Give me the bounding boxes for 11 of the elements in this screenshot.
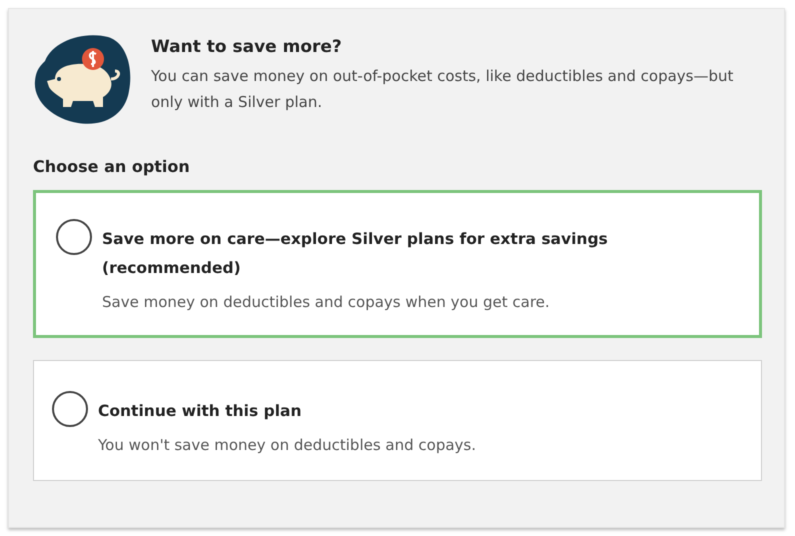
- intro-title: Want to save more?: [151, 37, 343, 57]
- options-heading: Choose an option: [33, 157, 191, 176]
- radio-button[interactable]: [56, 219, 92, 255]
- option-card[interactable]: Continue with this plan You won't save money on deductibles and copays.: [33, 360, 762, 481]
- option-description: You won't save money on deductibles and copays.: [98, 436, 476, 454]
- option-card[interactable]: Save more on care—explore Silver plans for extra savings (recommended) Save money on deductibles and copays when you get care.: [33, 190, 762, 338]
- option-label: Save more on care—explore Silver plans for extra savings (recommended): [102, 229, 609, 279]
- option-label: Continue with this plan: [98, 401, 303, 422]
- option-description: Save money on deductibles and copays when you get care.: [102, 293, 551, 311]
- intro-text: You can save money on out-of-pocket costs, like deductibles and copays—but only with a Silver plan.: [151, 66, 734, 113]
- radio-button[interactable]: [52, 391, 88, 427]
